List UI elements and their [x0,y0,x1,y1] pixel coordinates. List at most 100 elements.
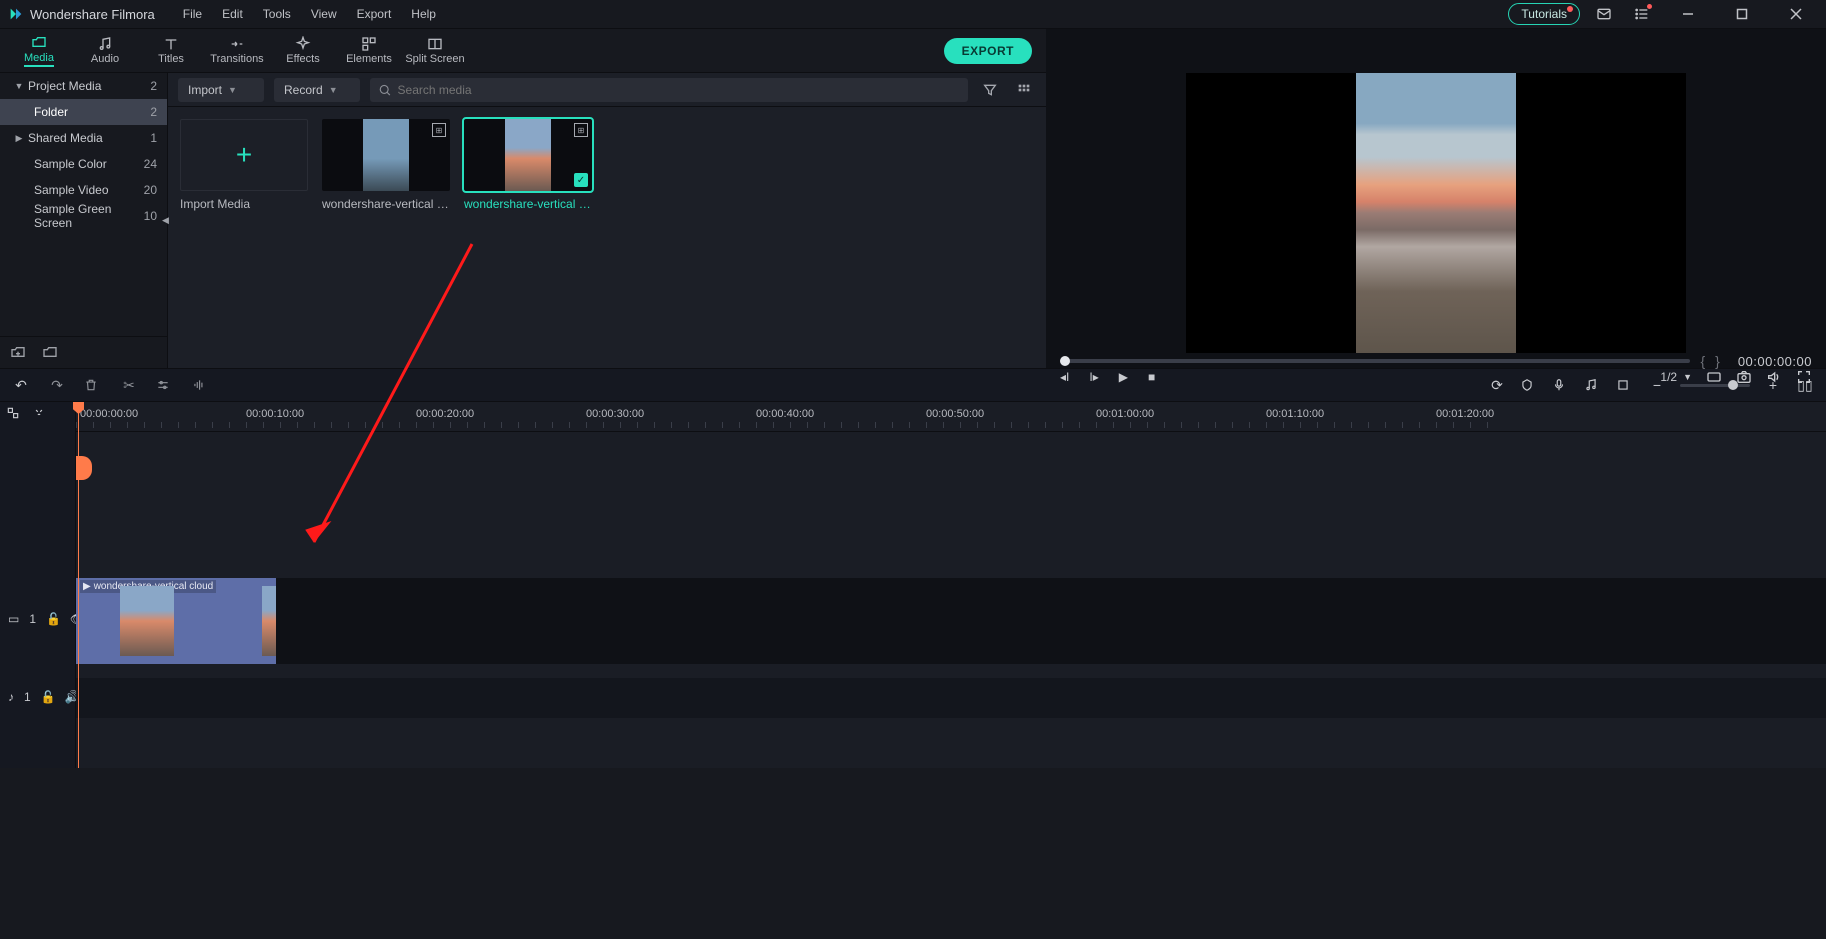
tick: 00:00:10:00 [246,408,304,420]
undo-button[interactable]: ↶ [12,377,30,394]
tab-audio-label: Audio [91,53,119,65]
play-button[interactable]: ▶ [1119,370,1128,384]
media-sidebar: ▼ Project Media 2 Folder 2 ▶ Shared Medi… [0,73,168,368]
caret-right-icon: ▶ [14,133,24,144]
chevron-down-icon: ▼ [228,85,237,95]
mark-out-icon[interactable]: } [1715,353,1720,369]
sidebar-collapse-icon[interactable]: ◀ [162,215,172,231]
step-back-button[interactable]: ◂I [1060,370,1069,384]
tab-split-screen[interactable]: Split Screen [402,29,468,73]
video-track-header[interactable]: ▭ 1 🔓 👁 [0,612,76,626]
tab-effects[interactable]: Effects [270,29,336,73]
timeline-link-icon[interactable] [6,406,20,420]
search-input[interactable] [398,83,960,97]
window-maximize-button[interactable] [1720,0,1764,29]
menu-export[interactable]: Export [347,3,402,25]
video-track[interactable]: ▶ wondershare-vertical cloud [76,578,1826,664]
media-thumb-1[interactable]: ⊞ [322,119,450,191]
folder-icon[interactable] [42,345,58,361]
new-folder-icon[interactable] [10,345,26,361]
tab-titles[interactable]: Titles [138,29,204,73]
used-check-icon: ✓ [574,173,588,187]
media-card-1[interactable]: ⊞ wondershare-vertical pla... [322,119,450,211]
audio-edit-button[interactable] [192,378,210,392]
timeline-ruler[interactable]: 00:00:00:00 00:00:10:00 00:00:20:00 00:0… [76,402,1826,432]
media-thumb-2-img [505,119,551,191]
sidebar-label: Sample Green Screen [34,202,144,230]
audio-mixer-icon[interactable] [1584,378,1602,392]
sidebar-item-shared-media[interactable]: ▶ Shared Media 1 [0,125,167,151]
scrub-handle[interactable] [1060,356,1070,366]
zoom-fit-button[interactable]: ▯▯ [1796,377,1814,394]
record-dropdown[interactable]: Record ▼ [274,78,360,102]
zoom-slider[interactable] [1680,384,1750,387]
preview-timecode: 00:00:00:00 [1738,354,1812,369]
timeline-clip[interactable]: ▶ wondershare-vertical cloud [76,578,276,664]
clip-thumb [120,586,174,656]
sidebar-item-project-media[interactable]: ▼ Project Media 2 [0,73,167,99]
menu-tools[interactable]: Tools [253,3,301,25]
split-button[interactable]: ✂ [120,377,138,394]
import-dropdown[interactable]: Import ▼ [178,78,264,102]
media-card-import[interactable]: + Import Media [180,119,308,211]
delete-button[interactable] [84,378,102,392]
tasklist-icon[interactable] [1628,0,1656,28]
timeline-toolbar-right: ⟳ − + ▯▯ [1488,377,1814,394]
video-track-num: 1 [29,612,36,626]
sidebar-item-sample-color[interactable]: Sample Color 24 [0,151,167,177]
tool-rail: Media Audio Titles Transitions Effects E… [0,29,1826,73]
adjust-button[interactable] [156,378,174,392]
lock-icon[interactable]: 🔓 [46,612,60,626]
sidebar-item-sample-video[interactable]: Sample Video 20 [0,177,167,203]
stop-button[interactable]: ■ [1148,370,1155,384]
playhead[interactable] [78,402,79,768]
tab-media[interactable]: Media [6,29,72,73]
voiceover-icon[interactable] [1552,378,1570,392]
zoom-in-button[interactable]: + [1764,377,1782,393]
tutorials-button[interactable]: Tutorials [1508,3,1580,25]
tick: 00:01:10:00 [1266,408,1324,420]
search-input-wrap[interactable] [370,78,968,102]
tab-transitions[interactable]: Transitions [204,29,270,73]
zoom-handle[interactable] [1728,380,1738,390]
import-media-thumb[interactable]: + [180,119,308,191]
redo-button[interactable]: ↷ [48,377,66,394]
sidebar-item-folder[interactable]: Folder 2 [0,99,167,125]
tab-effects-label: Effects [286,53,319,65]
filter-icon[interactable] [978,78,1002,102]
message-icon[interactable] [1590,0,1618,28]
preview-viewport[interactable] [1186,73,1686,353]
preview-scrubber[interactable] [1060,359,1690,363]
menu-file[interactable]: File [173,3,212,25]
mark-in-icon[interactable]: { [1700,353,1705,369]
add-to-timeline-icon[interactable]: ⊞ [432,123,446,137]
grid-view-icon[interactable] [1012,78,1036,102]
sidebar-item-sample-green[interactable]: Sample Green Screen 10 [0,203,167,229]
marker-icon[interactable] [1520,378,1538,392]
tick: 00:00:30:00 [586,408,644,420]
timeline-magnet-icon[interactable] [32,406,46,420]
menu-help[interactable]: Help [401,3,446,25]
menu-view[interactable]: View [301,3,347,25]
lock-icon[interactable]: 🔓 [41,690,55,704]
media-card-2[interactable]: ⊞ ✓ wondershare-vertical clo... [464,119,592,211]
window-close-button[interactable] [1774,0,1818,29]
audio-track[interactable] [76,678,1826,718]
export-button[interactable]: EXPORT [944,38,1032,64]
audio-track-header[interactable]: ♪ 1 🔓 🔊 [0,690,76,704]
menu-edit[interactable]: Edit [212,3,253,25]
record-label: Record [284,83,323,97]
timeline: ▭ 1 🔓 👁 ♪ 1 🔓 🔊 00:00:00:00 00:00:10:00 … [0,402,1826,768]
add-to-timeline-icon[interactable]: ⊞ [574,123,588,137]
transport-buttons: ◂I I▸ ▶ ■ [1060,370,1155,384]
tab-audio[interactable]: Audio [72,29,138,73]
play-pause-button[interactable]: I▸ [1089,370,1098,384]
crop-icon[interactable] [1616,378,1634,392]
render-icon[interactable]: ⟳ [1488,377,1506,394]
window-minimize-button[interactable] [1666,0,1710,29]
media-thumb-2[interactable]: ⊞ ✓ [464,119,592,191]
sidebar-count: 20 [144,183,157,197]
preview-panel: { } 00:00:00:00 ◂I I▸ ▶ ■ 1/2 ▼ [1046,73,1826,368]
zoom-out-button[interactable]: − [1648,377,1666,393]
tab-elements[interactable]: Elements [336,29,402,73]
